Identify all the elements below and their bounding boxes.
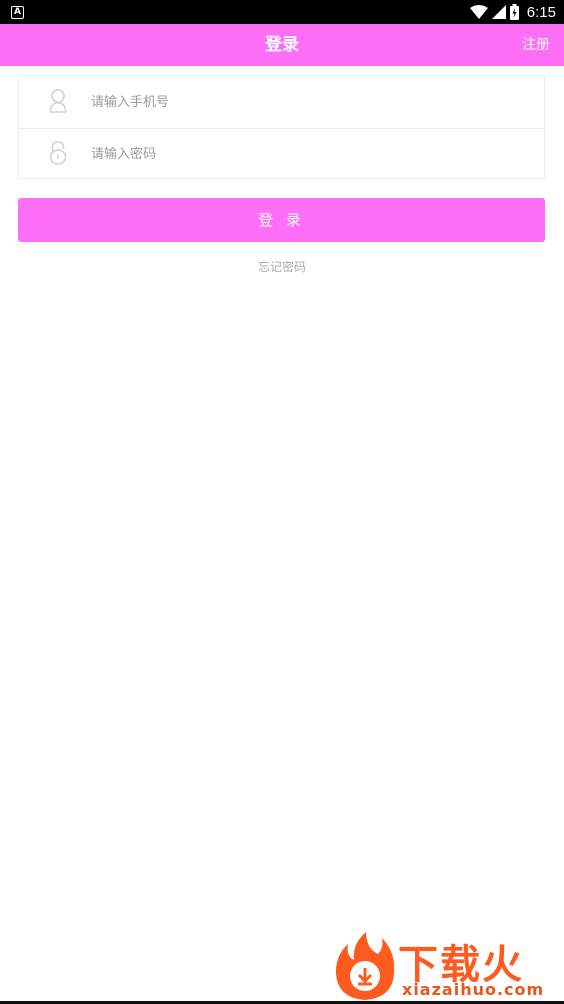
password-input[interactable] (91, 140, 511, 168)
user-icon (49, 89, 67, 113)
wifi-icon (469, 5, 488, 19)
signal-icon (491, 5, 506, 19)
page-title: 登录 (265, 35, 299, 55)
register-button[interactable]: 注册 (522, 24, 550, 66)
status-bar: A 6:15 (0, 0, 564, 24)
login-button[interactable]: 登 录 (18, 198, 545, 242)
notification-icon: A (11, 6, 24, 19)
password-row (19, 128, 544, 180)
status-icons: 6:15 (469, 2, 556, 22)
forgot-password-link[interactable]: 忘记密码 (0, 258, 564, 275)
flame-logo-icon (335, 932, 395, 1000)
phone-row (19, 76, 544, 129)
watermark: 下载火 xiazaihuo.com (332, 928, 564, 1004)
clock: 6:15 (526, 3, 556, 21)
phone-input[interactable] (91, 88, 511, 116)
watermark-url: xiazaihuo.com (402, 980, 545, 999)
header-bar: 登录 注册 (0, 24, 564, 66)
login-form (18, 75, 545, 179)
lock-icon (49, 141, 67, 165)
battery-icon (509, 4, 519, 20)
